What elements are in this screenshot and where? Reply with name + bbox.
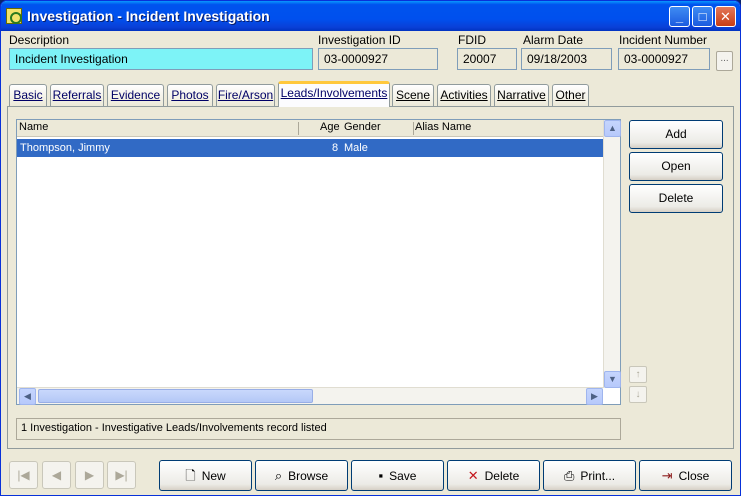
description-label: Description (9, 33, 70, 47)
fdid-field: 20007 (457, 48, 517, 70)
incident-number-field: 03-0000927 (618, 48, 710, 70)
tab-other[interactable]: Other (552, 84, 589, 106)
browse-button[interactable]: ⌕ Browse (255, 460, 348, 491)
close-window-button[interactable]: ✕ (715, 6, 736, 27)
app-icon (6, 8, 22, 24)
grid-header: Name Age Gender Alias Name (17, 120, 603, 137)
tab-evidence[interactable]: Evidence (107, 84, 164, 106)
scroll-right-icon[interactable]: ▶ (586, 388, 603, 405)
tab-fire-arson[interactable]: Fire/Arson (216, 84, 275, 106)
delete-button[interactable]: ✕ Delete (447, 460, 540, 491)
move-down-icon[interactable]: ↓ (629, 386, 647, 403)
alarm-date-label: Alarm Date (523, 33, 584, 47)
window-title: Investigation - Incident Investigation (27, 8, 270, 24)
horizontal-scrollbar[interactable]: ◀ ▶ (17, 387, 603, 405)
column-header-age[interactable]: Age (320, 121, 340, 133)
print-button-label: Print... (580, 469, 616, 483)
tab-leads-involvements[interactable]: Leads/Involvements (278, 81, 390, 107)
exit-door-icon: ⇥ (661, 468, 673, 483)
column-divider[interactable] (298, 122, 299, 135)
print-button[interactable]: ⎙ Print... (543, 460, 636, 491)
cell-gender: Male (344, 142, 368, 154)
incident-lookup-button[interactable]: ... (716, 51, 733, 71)
column-header-alias-name[interactable]: Alias Name (415, 121, 471, 133)
title-bar[interactable]: Investigation - Incident Investigation _… (1, 1, 740, 31)
tab-activities[interactable]: Activities (437, 84, 491, 106)
incident-number-label: Incident Number (619, 33, 708, 47)
column-header-name[interactable]: Name (19, 121, 48, 133)
tab-narrative[interactable]: Narrative (494, 84, 549, 106)
column-divider[interactable] (413, 122, 414, 135)
leads-grid[interactable]: Name Age Gender Alias Name Thompson, Jim… (16, 119, 621, 405)
fdid-label: FDID (458, 33, 486, 47)
scroll-left-icon[interactable]: ◀ (19, 388, 36, 405)
tab-basic[interactable]: Basic (9, 84, 47, 106)
browse-button-label: Browse (288, 469, 329, 483)
printer-icon: ⎙ (563, 468, 575, 483)
alarm-date-field: 09/18/2003 (521, 48, 612, 70)
delete-button-label: Delete (484, 469, 520, 483)
add-button[interactable]: Add (629, 120, 723, 149)
new-document-icon: 🗋 (185, 468, 196, 483)
open-button[interactable]: Open (629, 152, 723, 181)
delete-record-button[interactable]: Delete (629, 184, 723, 213)
investigation-window: Investigation - Incident Investigation _… (0, 0, 741, 496)
vertical-scrollbar[interactable]: ▲ ▼ (603, 120, 621, 388)
minimize-button[interactable]: _ (669, 6, 690, 27)
first-record-icon[interactable]: |◀ (9, 461, 38, 489)
close-button[interactable]: ⇥ Close (639, 460, 732, 491)
save-button[interactable]: ▪ Save (351, 460, 444, 491)
cell-age: 8 (332, 142, 339, 154)
save-button-label: Save (389, 469, 417, 483)
maximize-button[interactable]: □ (692, 6, 713, 27)
delete-x-icon: ✕ (467, 468, 479, 483)
tab-photos[interactable]: Photos (167, 84, 213, 106)
column-header-gender[interactable]: Gender (344, 121, 381, 133)
move-up-icon[interactable]: ↑ (629, 366, 647, 383)
next-record-icon[interactable]: ▶ (75, 461, 104, 489)
new-button-label: New (201, 469, 226, 483)
investigation-id-field: 03-0000927 (318, 48, 438, 70)
investigation-id-label: Investigation ID (318, 33, 401, 47)
cell-name: Thompson, Jimmy (20, 142, 110, 154)
new-button[interactable]: 🗋 New (159, 460, 252, 491)
tab-scene[interactable]: Scene (392, 84, 434, 106)
table-row[interactable]: Thompson, Jimmy 8 Male (17, 139, 603, 157)
save-disk-icon: ▪ (378, 468, 384, 483)
browse-icon: ⌕ (274, 468, 283, 483)
scroll-thumb[interactable] (38, 389, 313, 403)
last-record-icon[interactable]: ▶| (107, 461, 136, 489)
description-field[interactable]: Incident Investigation (9, 48, 313, 70)
previous-record-icon[interactable]: ◀ (42, 461, 71, 489)
close-button-label: Close (678, 469, 710, 483)
tab-referrals[interactable]: Referrals (50, 84, 104, 106)
scroll-down-icon[interactable]: ▼ (604, 371, 621, 388)
status-bar: 1 Investigation - Investigative Leads/In… (16, 418, 621, 440)
scroll-up-icon[interactable]: ▲ (604, 120, 621, 137)
